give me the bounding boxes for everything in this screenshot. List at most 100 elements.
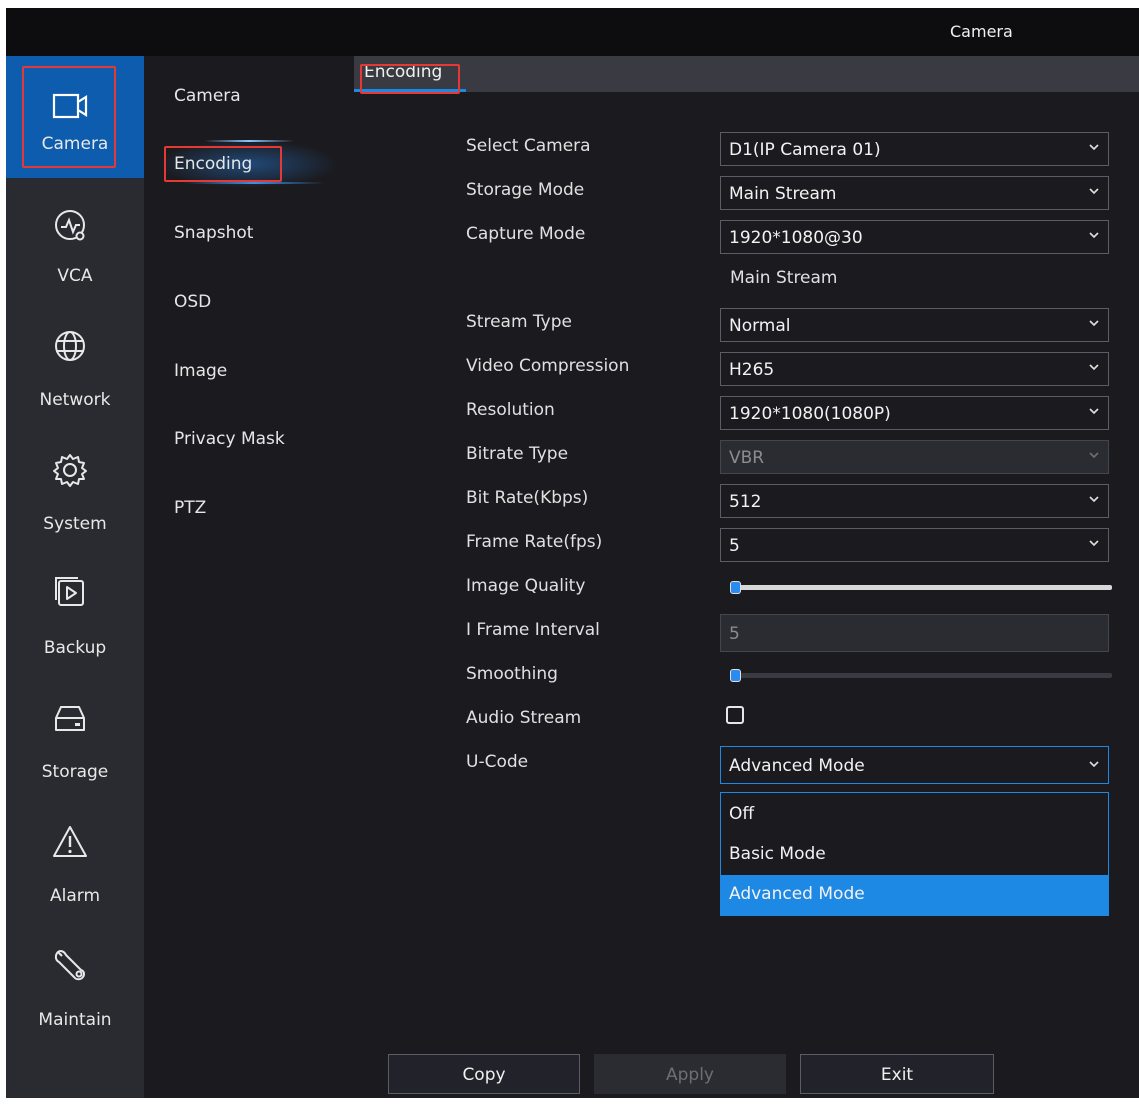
chevron-down-icon [1089, 320, 1099, 327]
nav-item-system[interactable]: System [6, 428, 144, 552]
bitrate-type-label: Bitrate Type [466, 444, 569, 464]
select-camera-label: Select Camera [466, 136, 591, 156]
nav-item-maintain[interactable]: Maintain [6, 924, 144, 1048]
i-frame-interval-value: 5 [729, 624, 740, 644]
smoothing-slider[interactable] [732, 673, 1112, 678]
storage-mode-value: Main Stream [729, 184, 837, 204]
sub-item-encoding[interactable]: Encoding [174, 154, 252, 174]
stream-type-label: Stream Type [466, 312, 572, 332]
wrench-icon [54, 950, 86, 981]
nav-item-vca[interactable]: VCA [6, 180, 144, 304]
sub-item-camera[interactable]: Camera [174, 86, 241, 106]
nav-label: Maintain [38, 1010, 112, 1030]
u-code-option-basic[interactable]: Basic Mode [721, 835, 1108, 875]
select-camera-value: D1(IP Camera 01) [729, 140, 881, 160]
stream-type-dropdown[interactable]: Normal [720, 308, 1109, 342]
u-code-dropdown[interactable]: Advanced Mode [720, 746, 1109, 784]
video-compression-value: H265 [729, 360, 775, 380]
resolution-label: Resolution [466, 400, 555, 420]
smoothing-slider-handle[interactable] [730, 669, 741, 682]
nav-item-camera[interactable]: Camera [6, 56, 144, 178]
window-title: Camera [950, 22, 1013, 41]
bit-rate-dropdown[interactable]: 512 [720, 484, 1109, 518]
apply-button[interactable]: Apply [594, 1054, 786, 1094]
u-code-label: U-Code [466, 752, 529, 772]
stream-type-value: Normal [729, 316, 791, 336]
nav-item-network[interactable]: Network [6, 304, 144, 428]
nav-label: Storage [41, 762, 109, 782]
chevron-down-icon [1089, 761, 1099, 768]
nav-label: Backup [43, 638, 107, 658]
exit-button[interactable]: Exit [800, 1054, 994, 1094]
copy-button[interactable]: Copy [388, 1054, 580, 1094]
resolution-value: 1920*1080(1080P) [729, 404, 891, 424]
chevron-down-icon [1089, 144, 1099, 151]
nav-item-alarm[interactable]: Alarm [6, 800, 144, 924]
camera-icon [52, 93, 88, 119]
i-frame-interval-input: 5 [720, 614, 1109, 652]
sub-sidebar: Camera Encoding Snapshot OSD Image Priva… [144, 56, 354, 1098]
i-frame-interval-label: I Frame Interval [466, 620, 600, 640]
sub-item-osd[interactable]: OSD [174, 292, 211, 312]
bit-rate-label: Bit Rate(Kbps) [466, 488, 589, 508]
active-line [184, 182, 324, 184]
image-quality-label: Image Quality [466, 576, 586, 596]
nav-label: Camera [41, 134, 109, 154]
sub-item-privacy-mask[interactable]: Privacy Mask [174, 429, 285, 449]
u-code-options-list: Off Basic Mode Advanced Mode [720, 792, 1109, 916]
u-code-value: Advanced Mode [729, 756, 865, 776]
capture-mode-label: Capture Mode [466, 224, 586, 244]
sub-item-ptz[interactable]: PTZ [174, 498, 206, 518]
vca-icon [55, 210, 85, 241]
chevron-down-icon [1089, 364, 1099, 371]
app-window: Camera Camera VCA Network System Backup … [6, 8, 1139, 1098]
frame-rate-value: 5 [729, 536, 740, 556]
chevron-down-icon [1089, 540, 1099, 547]
chevron-down-icon [1089, 232, 1099, 239]
tab-strip: Encoding [354, 56, 1139, 92]
capture-mode-dropdown[interactable]: 1920*1080@30 [720, 220, 1109, 254]
title-bar: Camera [6, 8, 1139, 56]
nav-label: Alarm [49, 886, 101, 906]
u-code-option-off[interactable]: Off [721, 795, 1108, 835]
audio-stream-label: Audio Stream [466, 708, 582, 728]
frame-rate-label: Frame Rate(fps) [466, 532, 603, 552]
nav-item-storage[interactable]: Storage [6, 676, 144, 800]
backup-icon [55, 577, 84, 606]
tab-encoding[interactable]: Encoding [364, 62, 442, 82]
resolution-dropdown[interactable]: 1920*1080(1080P) [720, 396, 1109, 430]
storage-mode-dropdown[interactable]: Main Stream [720, 176, 1109, 210]
select-camera-dropdown[interactable]: D1(IP Camera 01) [720, 132, 1109, 166]
bitrate-type-value: VBR [729, 448, 765, 468]
nav-label: VCA [57, 266, 93, 286]
nav-item-backup[interactable]: Backup [6, 552, 144, 676]
smoothing-label: Smoothing [466, 664, 558, 684]
active-line [204, 140, 294, 142]
bit-rate-value: 512 [729, 492, 762, 512]
alarm-icon [53, 826, 87, 857]
chevron-down-icon [1089, 452, 1099, 459]
capture-mode-value: 1920*1080@30 [729, 228, 863, 248]
bitrate-type-dropdown: VBR [720, 440, 1109, 474]
video-compression-label: Video Compression [466, 356, 630, 376]
chevron-down-icon [1089, 188, 1099, 195]
main-stream-heading: Main Stream [730, 268, 838, 288]
video-compression-dropdown[interactable]: H265 [720, 352, 1109, 386]
sub-item-image[interactable]: Image [174, 361, 227, 381]
gear-icon [53, 454, 87, 487]
chevron-down-icon [1089, 408, 1099, 415]
storage-mode-label: Storage Mode [466, 180, 585, 200]
hdd-icon [55, 706, 85, 731]
globe-icon [55, 331, 85, 361]
main-content: Encoding Select Camera D1(IP Camera 01) … [354, 56, 1139, 1098]
audio-stream-checkbox[interactable] [726, 706, 744, 724]
image-quality-slider-handle[interactable] [730, 581, 741, 594]
u-code-option-advanced[interactable]: Advanced Mode [721, 875, 1108, 915]
chevron-down-icon [1089, 496, 1099, 503]
nav-label: System [43, 514, 107, 534]
tab-underline [354, 89, 466, 92]
frame-rate-dropdown[interactable]: 5 [720, 528, 1109, 562]
image-quality-slider[interactable] [732, 585, 1112, 590]
sub-item-snapshot[interactable]: Snapshot [174, 223, 253, 243]
main-sidebar: Camera VCA Network System Backup Storage… [6, 56, 144, 1098]
